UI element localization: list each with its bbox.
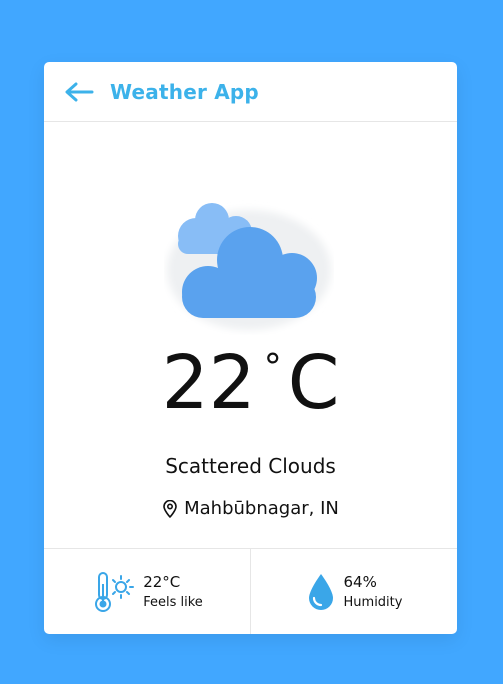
temperature-value: 22 xyxy=(161,340,256,426)
humidity-text: 64% Humidity xyxy=(344,573,403,610)
map-pin-icon xyxy=(163,499,177,518)
scattered-clouds-icon xyxy=(164,190,334,335)
feels-like-text: 22°C Feels like xyxy=(143,573,203,610)
back-button[interactable] xyxy=(64,80,94,104)
weather-card: Weather App 22 ° C Scattered Clouds Mahb… xyxy=(44,62,457,634)
humidity-value: 64% xyxy=(343,573,377,591)
temperature-display: 22 ° C xyxy=(44,346,457,420)
location-name: Mahbūbnagar, IN xyxy=(184,498,339,519)
location: Mahbūbnagar, IN xyxy=(44,498,457,519)
weather-description: Scattered Clouds xyxy=(165,454,336,478)
temperature-unit: C xyxy=(287,340,340,426)
details-bar: 22°C Feels like 64% Humidity xyxy=(44,548,457,634)
feels-like-label: Feels like xyxy=(143,595,203,610)
water-drop-icon xyxy=(308,573,333,610)
header: Weather App xyxy=(44,62,457,122)
humidity-label: Humidity xyxy=(343,595,403,610)
feels-like-stat: 22°C Feels like xyxy=(44,549,250,634)
degree-symbol: ° xyxy=(263,347,282,388)
app-title: Weather App xyxy=(110,79,259,104)
humidity-stat: 64% Humidity xyxy=(250,549,457,634)
feels-like-value: 22°C xyxy=(143,573,181,591)
arrow-left-icon xyxy=(65,82,94,101)
thermometer-sun-icon xyxy=(95,571,135,612)
